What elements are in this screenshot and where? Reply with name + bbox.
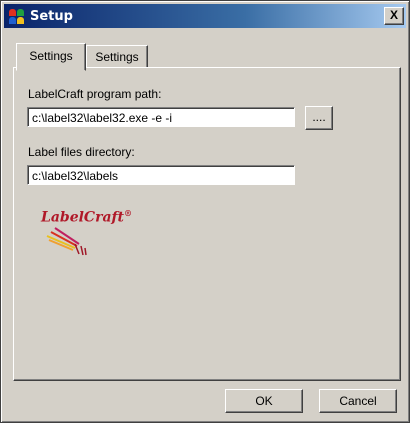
window-title: Setup — [30, 8, 73, 24]
tab-settings-2[interactable]: Settings — [86, 45, 148, 69]
logo-rays-icon — [46, 227, 87, 256]
labelcraft-logo: LabelCraft® — [41, 208, 151, 258]
title-bar[interactable]: Setup X — [4, 4, 406, 28]
cancel-button[interactable]: Cancel — [319, 389, 397, 413]
program-path-field[interactable]: c:\label32\label32.exe -e -i — [27, 107, 295, 127]
label-dir-label: Label files directory: — [28, 145, 135, 159]
settings-panel: LabelCraft program path: c:\label32\labe… — [13, 67, 401, 381]
setup-dialog: Setup X Settings Settings LabelCraft pro… — [0, 0, 410, 423]
app-icon — [9, 8, 25, 24]
label-dir-field[interactable]: c:\label32\labels — [27, 165, 295, 185]
ok-button[interactable]: OK — [225, 389, 303, 413]
tab-settings[interactable]: Settings — [16, 43, 86, 71]
close-button[interactable]: X — [384, 7, 404, 25]
program-path-label: LabelCraft program path: — [28, 87, 162, 101]
browse-button[interactable]: .... — [305, 106, 333, 130]
